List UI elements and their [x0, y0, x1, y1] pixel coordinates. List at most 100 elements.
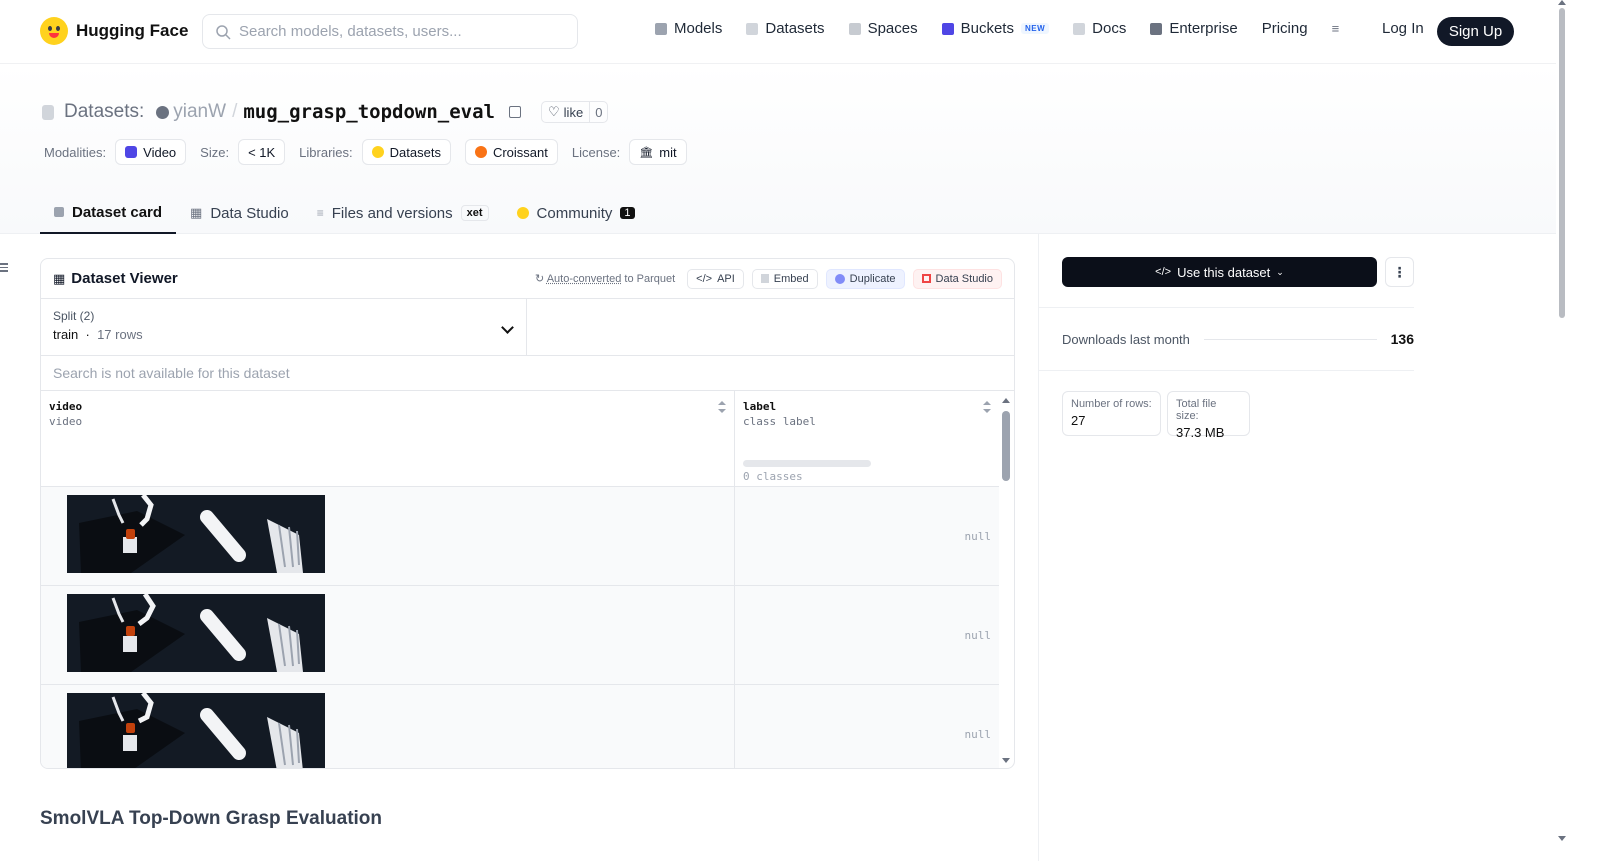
video-thumbnail[interactable] [67, 594, 325, 672]
size-chip[interactable]: < 1K [238, 139, 286, 165]
column-header-video[interactable]: video video [41, 391, 735, 486]
signup-button[interactable]: Sign Up [1437, 17, 1514, 46]
viewer-title: Dataset Viewer [71, 270, 178, 287]
column-type: video [49, 415, 83, 428]
copy-icon[interactable] [509, 106, 522, 118]
tab-dataset-card-label: Dataset card [72, 203, 163, 221]
data-studio-icon [921, 274, 931, 283]
nav-spaces[interactable]: Spaces [848, 20, 918, 37]
nav-buckets-label: Buckets [960, 20, 1014, 37]
scroll-down-icon[interactable] [1002, 758, 1010, 763]
models-icon [655, 22, 667, 35]
embed-label: Embed [773, 272, 809, 285]
repo-owner-link[interactable]: yianW [156, 101, 226, 123]
search-input[interactable]: Search models, datasets, users... [202, 14, 578, 49]
refresh-icon: ↻ [535, 273, 547, 285]
divider [1039, 370, 1414, 371]
embed-icon [760, 274, 769, 283]
license-value: mit [659, 144, 677, 160]
heart-icon: ♡ [548, 104, 560, 119]
more-options-button[interactable]: ⋮ [1385, 257, 1414, 287]
robot-scene-image [79, 594, 303, 672]
tab-data-studio[interactable]: ▦ Data Studio [176, 192, 303, 234]
nav-datasets[interactable]: Datasets [746, 20, 825, 37]
tab-files-label: Files and versions [331, 204, 453, 222]
modalities-label: Modalities: [44, 144, 107, 160]
nav-docs[interactable]: Docs [1073, 20, 1126, 37]
library-croissant-chip[interactable]: Croissant [464, 139, 558, 165]
downloads-value: 136 [1390, 331, 1414, 347]
scroll-down-icon[interactable] [1558, 836, 1566, 841]
use-this-dataset-button[interactable]: </> Use this dataset ⌄ [1062, 257, 1377, 287]
table-row: null [41, 685, 999, 768]
robot-scene-image [79, 495, 303, 573]
table-scrollbar[interactable] [999, 393, 1014, 768]
code-icon: </> [696, 272, 713, 285]
auto-converted-link[interactable]: Auto-converted [547, 273, 622, 285]
rows-value: 27 [1071, 413, 1086, 428]
class-distribution-bar [743, 460, 871, 467]
community-count-badge: 1 [620, 207, 635, 219]
rows-stat: Number of rows: 27 [1062, 391, 1161, 436]
tab-data-studio-label: Data Studio [210, 204, 289, 222]
column-name: label [743, 400, 777, 413]
page-scrollbar-thumb[interactable] [1559, 8, 1565, 318]
docs-icon [1073, 22, 1086, 35]
modality-video-chip[interactable]: Video [115, 139, 187, 165]
library-datasets-chip[interactable]: Datasets [361, 139, 451, 165]
data-studio-button[interactable]: Data Studio [912, 268, 1002, 289]
dataset-card-icon [54, 207, 64, 217]
column-header-label[interactable]: label class label 0 classes [735, 391, 999, 486]
tab-files-and-versions[interactable]: ≡ Files and versions xet [303, 192, 503, 234]
libraries-label: Libraries: [299, 144, 353, 160]
community-icon [516, 207, 529, 219]
login-link[interactable]: Log In [1382, 20, 1424, 37]
code-icon: </> [1155, 266, 1172, 278]
nav-buckets[interactable]: Buckets NEW [941, 20, 1050, 37]
divider [1039, 307, 1414, 308]
dataset-viewer: ▦ Dataset Viewer ↻ Auto-converted to Parq… [40, 258, 1015, 769]
nav-docs-label: Docs [1092, 20, 1127, 37]
like-button[interactable]: ♡ like 0 [541, 101, 609, 123]
api-label: API [717, 272, 735, 285]
nav-pricing-label: Pricing [1261, 20, 1308, 37]
tab-community[interactable]: Community 1 [503, 192, 649, 234]
repo-name[interactable]: mug_grasp_topdown_eval [243, 101, 495, 123]
sort-icon[interactable] [718, 401, 726, 413]
hugging-face-icon [371, 146, 384, 158]
scrollbar-thumb[interactable] [1002, 411, 1010, 481]
duplicate-button[interactable]: Duplicate [825, 268, 905, 289]
label-cell[interactable]: null [735, 487, 999, 585]
embed-button[interactable]: Embed [751, 268, 818, 289]
nav-pricing[interactable]: Pricing [1262, 20, 1308, 37]
auto-converted-note[interactable]: ↻ Auto-converted to Parquet [535, 272, 675, 285]
sidebar-toggle-icon[interactable] [0, 263, 8, 273]
nav-enterprise[interactable]: Enterprise [1150, 20, 1238, 37]
brand-logo[interactable]: Hugging Face [40, 17, 188, 45]
scroll-up-icon[interactable] [1558, 0, 1566, 5]
table-header: video video label class label 0 classes [41, 391, 999, 487]
column-name: video [49, 400, 83, 413]
scroll-up-icon[interactable] [1002, 398, 1010, 403]
nav-models[interactable]: Models [655, 20, 722, 37]
downloads-label: Downloads last month [1062, 331, 1190, 347]
video-thumbnail[interactable] [67, 693, 325, 768]
video-icon [125, 146, 138, 158]
split-selector[interactable]: Split (2) train · 17 rows [41, 299, 527, 355]
datasets-section-link[interactable]: Datasets: [64, 101, 144, 123]
auto-converted-suffix: to Parquet [621, 273, 676, 285]
xet-badge: xet [460, 205, 489, 221]
label-cell[interactable]: null [735, 586, 999, 684]
new-badge: NEW [1020, 23, 1050, 34]
api-button[interactable]: </> API [687, 268, 744, 289]
page-scrollbar[interactable] [1556, 0, 1568, 861]
label-cell[interactable]: null [735, 685, 999, 768]
video-thumbnail[interactable] [67, 495, 325, 573]
license-chip[interactable]: 🏛 mit [629, 139, 687, 165]
table-icon: ▦ [190, 205, 203, 220]
nav-datasets-label: Datasets [765, 20, 825, 37]
like-count[interactable]: 0 [590, 102, 607, 122]
sort-icon[interactable] [983, 401, 991, 413]
tab-dataset-card[interactable]: Dataset card [40, 192, 177, 234]
nav-more-menu[interactable]: ≡ [1332, 21, 1340, 36]
